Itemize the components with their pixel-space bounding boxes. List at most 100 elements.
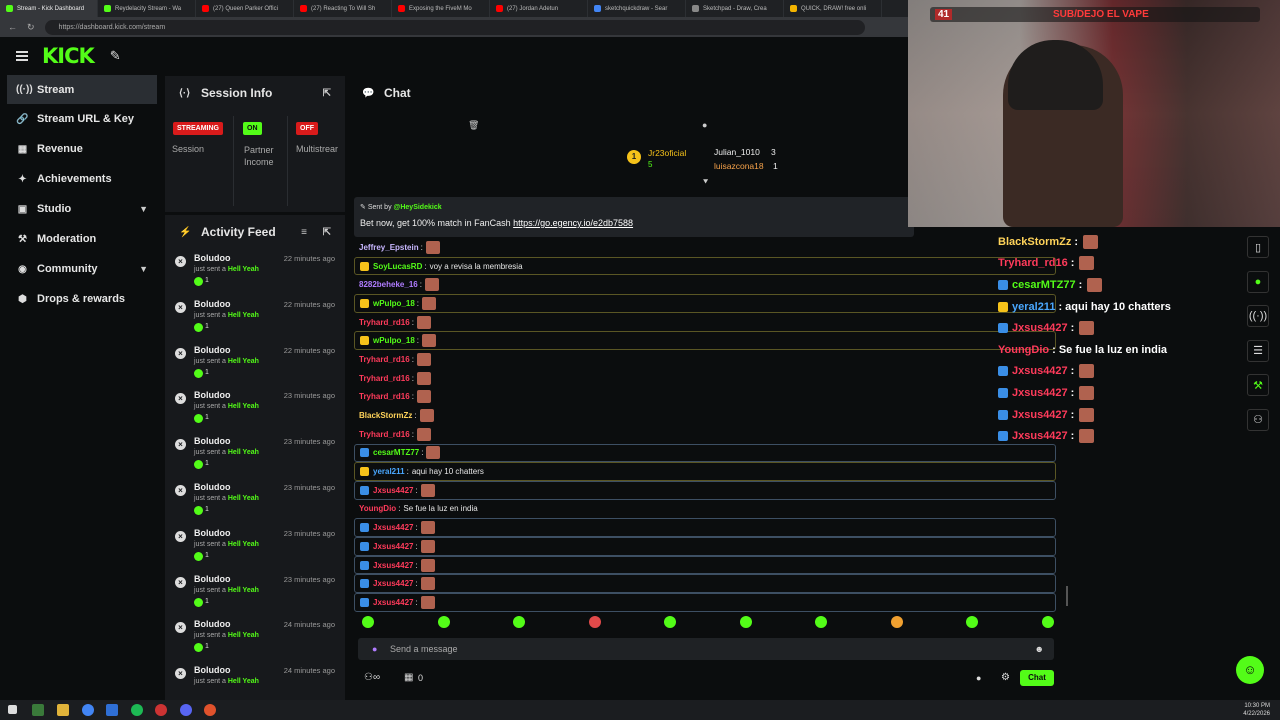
activity-user[interactable]: Boludoo <box>194 390 231 400</box>
quick-emote-icon[interactable] <box>664 616 677 628</box>
browser-tab[interactable]: Stream - Kick Dashboard <box>0 0 98 17</box>
close-icon[interactable]: × <box>175 439 186 451</box>
quick-emote-icon[interactable] <box>1041 616 1054 628</box>
sidebar-item-stream[interactable]: ((·)) Stream <box>7 75 157 104</box>
close-icon[interactable]: × <box>175 530 186 542</box>
chat-username[interactable]: Jxsus4427 <box>373 542 413 551</box>
browser-tab[interactable]: Sketchpad - Draw, Crea <box>686 0 784 17</box>
system-clock[interactable]: 10:30 PM 4/22/2026 <box>1243 702 1270 718</box>
gear-icon[interactable]: ⚙ <box>1001 672 1010 683</box>
sidebar-item-revenue[interactable]: ▦ Revenue <box>0 134 162 164</box>
activity-user[interactable]: Boludoo <box>194 665 231 675</box>
taskbar-app-icon[interactable] <box>155 704 167 716</box>
scrollbar[interactable] <box>1066 586 1068 606</box>
pin-icon[interactable]: ✎ <box>110 48 121 64</box>
sidebar-item-drops-rewards[interactable]: ⬢ Drops & rewards <box>0 284 162 314</box>
quick-emote-icon[interactable] <box>890 616 903 628</box>
close-icon[interactable]: × <box>175 622 186 634</box>
rail-item[interactable]: ((·)) <box>1242 299 1274 334</box>
close-icon[interactable]: × <box>175 576 186 588</box>
sidebar-item-achievements[interactable]: ✦ Achievements <box>0 164 162 194</box>
pinned-sender[interactable]: @HeySidekick <box>394 204 442 211</box>
rail-item[interactable]: ● <box>1242 265 1274 300</box>
partner-on-badge[interactable]: ON <box>243 122 262 135</box>
chat-username[interactable]: wPulpo_18 <box>373 299 415 308</box>
start-icon[interactable] <box>8 705 17 714</box>
chat-username[interactable]: Jxsus4427 <box>373 579 413 588</box>
chat-username[interactable]: wPulpo_18 <box>373 336 415 345</box>
pinned-link[interactable]: https://go.egency.io/e2db7588 <box>513 218 633 228</box>
sidebar-item-studio[interactable]: ▣ Studio ▼ <box>0 194 162 224</box>
back-icon[interactable]: ← <box>8 22 17 32</box>
connections-icon[interactable]: ⚇∞ <box>364 672 380 683</box>
browser-tab[interactable]: Exposing the FiveM Mo <box>392 0 490 17</box>
chat-username[interactable]: yeral211 <box>373 467 405 476</box>
taskbar-app-icon[interactable] <box>32 704 44 716</box>
chat-username[interactable]: Jxsus4427 <box>373 561 413 570</box>
chat-username[interactable]: Tryhard_rd16 <box>359 374 410 383</box>
chat-username[interactable]: Tryhard_rd16 <box>359 430 410 439</box>
activity-user[interactable]: Boludoo <box>194 253 231 263</box>
rail-item[interactable]: ▯ <box>1242 230 1274 265</box>
popout-icon[interactable]: ⇱ <box>323 227 331 238</box>
reload-icon[interactable]: ↻ <box>27 22 35 33</box>
chat-username[interactable]: Jeffrey_Epstein <box>359 243 419 252</box>
quick-emote-icon[interactable] <box>437 616 450 628</box>
broadcast-icon[interactable]: ((·)) <box>1247 305 1269 328</box>
browser-tab[interactable]: QUICK, DRAW! free onli <box>784 0 882 17</box>
chevron-down-icon[interactable]: ▼ <box>139 264 148 274</box>
quick-emote-icon[interactable] <box>739 616 752 628</box>
close-icon[interactable]: × <box>175 484 186 496</box>
chat-settings-bubble-icon[interactable]: ● <box>976 673 981 683</box>
multistream-off-badge[interactable]: OFF <box>296 122 318 135</box>
trash-icon[interactable]: 🗑 <box>468 120 479 131</box>
activity-user[interactable]: Boludoo <box>194 482 231 492</box>
wrench-icon[interactable]: ⚒ <box>1247 374 1269 397</box>
file-explorer-icon[interactable] <box>57 704 69 716</box>
community-icon[interactable]: ⚇ <box>1247 408 1269 431</box>
chat-username[interactable]: YoungDio <box>359 504 396 513</box>
quick-emote-icon[interactable] <box>362 616 374 628</box>
chat-icon[interactable]: ● <box>1247 270 1269 293</box>
activity-user[interactable]: Boludoo <box>194 619 231 629</box>
chat-bubble-icon[interactable]: ● <box>702 120 707 130</box>
kick-logo[interactable]: KICK <box>42 44 95 68</box>
quick-emote-icon[interactable] <box>966 616 979 628</box>
rail-item[interactable]: ⚒ <box>1242 368 1274 403</box>
taskbar-app-icon[interactable] <box>204 704 216 716</box>
menu-icon[interactable] <box>16 49 28 63</box>
mobile-icon[interactable]: ▯ <box>1247 236 1269 259</box>
activity-user[interactable]: Boludoo <box>194 528 231 538</box>
help-chat-icon[interactable]: ☺ <box>1236 656 1264 684</box>
chat-username[interactable]: Tryhard_rd16 <box>359 392 410 401</box>
mic-icon[interactable]: ● <box>372 644 377 654</box>
chevron-down-icon[interactable]: ▼ <box>139 204 148 214</box>
close-icon[interactable]: × <box>175 256 186 267</box>
browser-tab[interactable]: (27) Jordan Adetun <box>490 0 588 17</box>
close-icon[interactable]: × <box>175 393 186 405</box>
chat-username[interactable]: SoyLucasRD <box>373 262 422 271</box>
activity-user[interactable]: Boludoo <box>194 436 231 446</box>
emoji-icon[interactable]: ☻ <box>1035 644 1044 654</box>
activity-user[interactable]: Boludoo <box>194 345 231 355</box>
chat-username[interactable]: Jxsus4427 <box>373 598 413 607</box>
sidebar-item-stream-url-key[interactable]: 🔗 Stream URL & Key <box>0 104 162 134</box>
activity-user[interactable]: Boludoo <box>194 574 231 584</box>
message-input[interactable]: ● Send a message ☻ <box>358 638 1054 660</box>
close-icon[interactable]: × <box>175 347 186 359</box>
chat-username[interactable]: Tryhard_rd16 <box>359 318 410 327</box>
browser-tab[interactable]: (27) Reacting To Will Sh <box>294 0 392 17</box>
chat-username[interactable]: 8282beheke_16 <box>359 280 418 289</box>
discord-icon[interactable] <box>180 704 192 716</box>
chat-username[interactable]: Jxsus4427 <box>373 523 413 532</box>
browser-tab[interactable]: sketchquickdraw - Sear <box>588 0 686 17</box>
rail-item[interactable]: ☰ <box>1242 334 1274 369</box>
quick-emote-icon[interactable] <box>513 616 526 628</box>
url-field[interactable]: https://dashboard.kick.com/stream <box>44 19 865 35</box>
close-icon[interactable]: × <box>175 668 186 680</box>
close-icon[interactable]: × <box>175 301 186 313</box>
sidebar-item-moderation[interactable]: ⚒ Moderation <box>0 224 162 254</box>
browser-tab[interactable]: (27) Queen Parker Offici <box>196 0 294 17</box>
chat-username[interactable]: Tryhard_rd16 <box>359 355 410 364</box>
send-chat-button[interactable]: Chat <box>1020 670 1054 686</box>
